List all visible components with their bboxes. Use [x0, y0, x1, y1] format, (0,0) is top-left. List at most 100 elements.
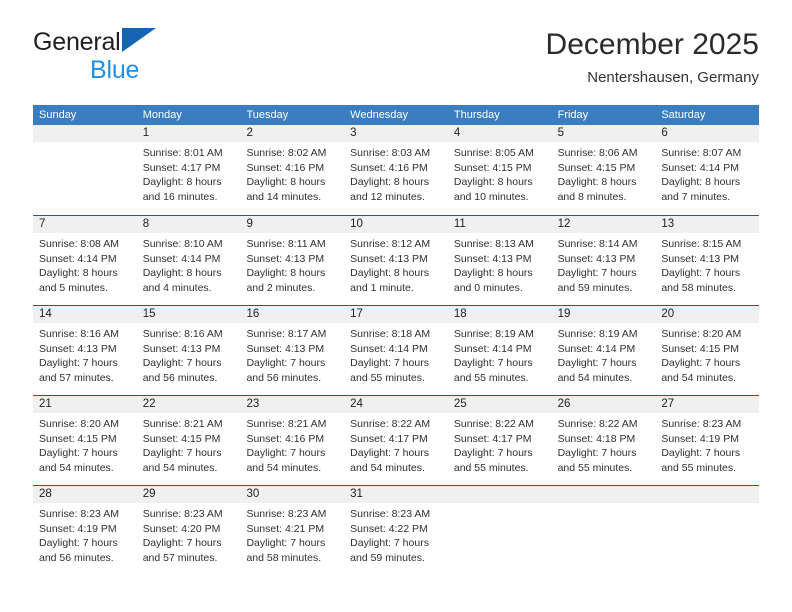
- sunset-text: Sunset: 4:13 PM: [453, 252, 532, 265]
- day-cell[interactable]: 14 Sunrise: 8:16 AM Sunset: 4:13 PM Dayl…: [33, 306, 137, 395]
- day-cell[interactable]: 20 Sunrise: 8:20 AM Sunset: 4:15 PM Dayl…: [655, 306, 760, 395]
- day-cell[interactable]: 4 Sunrise: 8:05 AM Sunset: 4:15 PM Dayli…: [447, 125, 552, 215]
- day-cell[interactable]: 11 Sunrise: 8:13 AM Sunset: 4:13 PM Dayl…: [447, 216, 552, 305]
- generalblue-logo[interactable]: General Blue: [33, 28, 253, 88]
- daylight-text-line1: Daylight: 7 hours: [39, 537, 118, 549]
- sunrise-text: Sunrise: 8:23 AM: [350, 508, 431, 520]
- sunset-text: Sunset: 4:13 PM: [246, 252, 325, 265]
- day-cell[interactable]: 1 Sunrise: 8:01 AM Sunset: 4:17 PM Dayli…: [136, 125, 241, 215]
- daylight-text-line2: and 56 minutes.: [246, 371, 322, 384]
- daylight-text-line2: and 8 minutes.: [557, 190, 627, 203]
- daylight-text-line2: and 54 minutes.: [350, 461, 425, 474]
- day-cell[interactable]: 8 Sunrise: 8:10 AM Sunset: 4:14 PM Dayli…: [136, 216, 241, 305]
- day-number: 31: [344, 486, 448, 503]
- day-cell[interactable]: 18 Sunrise: 8:19 AM Sunset: 4:14 PM Dayl…: [447, 306, 552, 395]
- day-cell[interactable]: 2 Sunrise: 8:02 AM Sunset: 4:16 PM Dayli…: [240, 125, 345, 215]
- daylight-text-line1: Daylight: 8 hours: [350, 267, 429, 279]
- sunset-text: Sunset: 4:17 PM: [142, 161, 221, 174]
- day-cell[interactable]: [447, 486, 552, 575]
- day-cell[interactable]: 16 Sunrise: 8:17 AM Sunset: 4:13 PM Dayl…: [240, 306, 345, 395]
- sunrise-text: Sunrise: 8:23 AM: [246, 508, 327, 520]
- day-details: Sunrise: 8:03 AM Sunset: 4:16 PM Dayligh…: [344, 142, 448, 204]
- day-details: Sunrise: 8:23 AM Sunset: 4:22 PM Dayligh…: [344, 503, 448, 565]
- day-details: Sunrise: 8:23 AM Sunset: 4:19 PM Dayligh…: [33, 503, 137, 565]
- day-cell[interactable]: 21 Sunrise: 8:20 AM Sunset: 4:15 PM Dayl…: [33, 396, 137, 485]
- daylight-text-line2: and 16 minutes.: [142, 190, 218, 203]
- page-subtitle: Nentershausen, Germany: [587, 69, 759, 86]
- weekday-header-friday: Friday: [557, 109, 589, 121]
- daylight-text-line2: and 54 minutes.: [661, 371, 737, 384]
- day-number: 24: [344, 396, 448, 413]
- day-details: Sunrise: 8:21 AM Sunset: 4:15 PM Dayligh…: [137, 413, 241, 475]
- day-cell[interactable]: 19 Sunrise: 8:19 AM Sunset: 4:14 PM Dayl…: [551, 306, 656, 395]
- day-cell[interactable]: 27 Sunrise: 8:23 AM Sunset: 4:19 PM Dayl…: [655, 396, 760, 485]
- day-number: 28: [33, 486, 137, 503]
- day-number: [447, 486, 552, 503]
- week-row: 21 Sunrise: 8:20 AM Sunset: 4:15 PM Dayl…: [33, 395, 760, 485]
- day-cell[interactable]: 25 Sunrise: 8:22 AM Sunset: 4:17 PM Dayl…: [447, 396, 552, 485]
- daylight-text-line1: Daylight: 7 hours: [246, 537, 326, 549]
- day-cell[interactable]: 7 Sunrise: 8:08 AM Sunset: 4:14 PM Dayli…: [33, 216, 137, 305]
- day-cell[interactable]: 9 Sunrise: 8:11 AM Sunset: 4:13 PM Dayli…: [240, 216, 345, 305]
- logo-text-general: General: [33, 28, 121, 56]
- sunrise-text: Sunrise: 8:08 AM: [39, 238, 119, 250]
- day-cell[interactable]: 31 Sunrise: 8:23 AM Sunset: 4:22 PM Dayl…: [344, 486, 448, 575]
- day-cell[interactable]: 26 Sunrise: 8:22 AM Sunset: 4:18 PM Dayl…: [551, 396, 656, 485]
- day-details: Sunrise: 8:22 AM Sunset: 4:17 PM Dayligh…: [344, 413, 448, 475]
- day-cell[interactable]: 17 Sunrise: 8:18 AM Sunset: 4:14 PM Dayl…: [344, 306, 448, 395]
- daylight-text-line1: Daylight: 7 hours: [453, 357, 533, 369]
- sunrise-text: Sunrise: 8:19 AM: [453, 328, 534, 340]
- day-number: 4: [447, 125, 552, 142]
- sunrise-text: Sunrise: 8:19 AM: [557, 328, 638, 340]
- week-row: 14 Sunrise: 8:16 AM Sunset: 4:13 PM Dayl…: [33, 305, 760, 395]
- day-cell[interactable]: 28 Sunrise: 8:23 AM Sunset: 4:19 PM Dayl…: [33, 486, 137, 575]
- weekday-header-wednesday: Wednesday: [350, 109, 409, 121]
- day-number: 25: [447, 396, 552, 413]
- sunset-text: Sunset: 4:15 PM: [453, 161, 532, 174]
- day-details: Sunrise: 8:15 AM Sunset: 4:13 PM Dayligh…: [655, 233, 759, 295]
- daylight-text-line2: and 1 minute.: [350, 281, 414, 294]
- daylight-text-line1: Daylight: 7 hours: [557, 447, 637, 459]
- day-cell[interactable]: 13 Sunrise: 8:15 AM Sunset: 4:13 PM Dayl…: [655, 216, 760, 305]
- daylight-text-line1: Daylight: 8 hours: [142, 267, 222, 279]
- daylight-text-line2: and 0 minutes.: [453, 281, 523, 294]
- sunset-text: Sunset: 4:15 PM: [661, 342, 739, 355]
- day-details: Sunrise: 8:19 AM Sunset: 4:14 PM Dayligh…: [448, 323, 552, 385]
- day-cell[interactable]: 5 Sunrise: 8:06 AM Sunset: 4:15 PM Dayli…: [551, 125, 656, 215]
- daylight-text-line1: Daylight: 7 hours: [246, 447, 326, 459]
- day-cell[interactable]: 10 Sunrise: 8:12 AM Sunset: 4:13 PM Dayl…: [344, 216, 448, 305]
- sunset-text: Sunset: 4:14 PM: [350, 342, 428, 355]
- sunrise-text: Sunrise: 8:23 AM: [661, 418, 742, 430]
- day-details: Sunrise: 8:23 AM Sunset: 4:21 PM Dayligh…: [240, 503, 344, 565]
- day-cell[interactable]: 30 Sunrise: 8:23 AM Sunset: 4:21 PM Dayl…: [240, 486, 345, 575]
- day-cell[interactable]: 3 Sunrise: 8:03 AM Sunset: 4:16 PM Dayli…: [344, 125, 448, 215]
- sunset-text: Sunset: 4:19 PM: [661, 432, 739, 445]
- sunrise-text: Sunrise: 8:06 AM: [557, 147, 638, 159]
- day-details: Sunrise: 8:23 AM Sunset: 4:20 PM Dayligh…: [137, 503, 241, 565]
- day-cell[interactable]: [551, 486, 656, 575]
- day-cell[interactable]: 12 Sunrise: 8:14 AM Sunset: 4:13 PM Dayl…: [551, 216, 656, 305]
- day-cell[interactable]: [655, 486, 760, 575]
- daylight-text-line2: and 55 minutes.: [350, 371, 425, 384]
- day-cell[interactable]: 15 Sunrise: 8:16 AM Sunset: 4:13 PM Dayl…: [136, 306, 241, 395]
- day-details: Sunrise: 8:06 AM Sunset: 4:15 PM Dayligh…: [552, 142, 656, 204]
- day-cell[interactable]: 24 Sunrise: 8:22 AM Sunset: 4:17 PM Dayl…: [344, 396, 448, 485]
- calendar-page: General Blue December 2025 Nentershausen…: [0, 0, 792, 612]
- daylight-text-line1: Daylight: 8 hours: [557, 176, 637, 188]
- day-cell[interactable]: 29 Sunrise: 8:23 AM Sunset: 4:20 PM Dayl…: [136, 486, 241, 575]
- day-cell[interactable]: 22 Sunrise: 8:21 AM Sunset: 4:15 PM Dayl…: [136, 396, 241, 485]
- sunset-text: Sunset: 4:16 PM: [246, 432, 325, 445]
- day-cell[interactable]: [33, 125, 137, 215]
- day-number: 16: [240, 306, 345, 323]
- sunset-text: Sunset: 4:20 PM: [142, 522, 221, 535]
- sunset-text: Sunset: 4:19 PM: [39, 522, 117, 535]
- day-cell[interactable]: 23 Sunrise: 8:21 AM Sunset: 4:16 PM Dayl…: [240, 396, 345, 485]
- weekday-header-tuesday: Tuesday: [246, 109, 289, 121]
- day-cell[interactable]: 6 Sunrise: 8:07 AM Sunset: 4:14 PM Dayli…: [655, 125, 760, 215]
- sunrise-text: Sunrise: 8:07 AM: [661, 147, 742, 159]
- sunrise-text: Sunrise: 8:22 AM: [557, 418, 638, 430]
- daylight-text-line2: and 12 minutes.: [350, 190, 425, 203]
- daylight-text-line2: and 55 minutes.: [661, 461, 737, 474]
- day-details: Sunrise: 8:22 AM Sunset: 4:18 PM Dayligh…: [552, 413, 656, 475]
- daylight-text-line1: Daylight: 7 hours: [39, 357, 118, 369]
